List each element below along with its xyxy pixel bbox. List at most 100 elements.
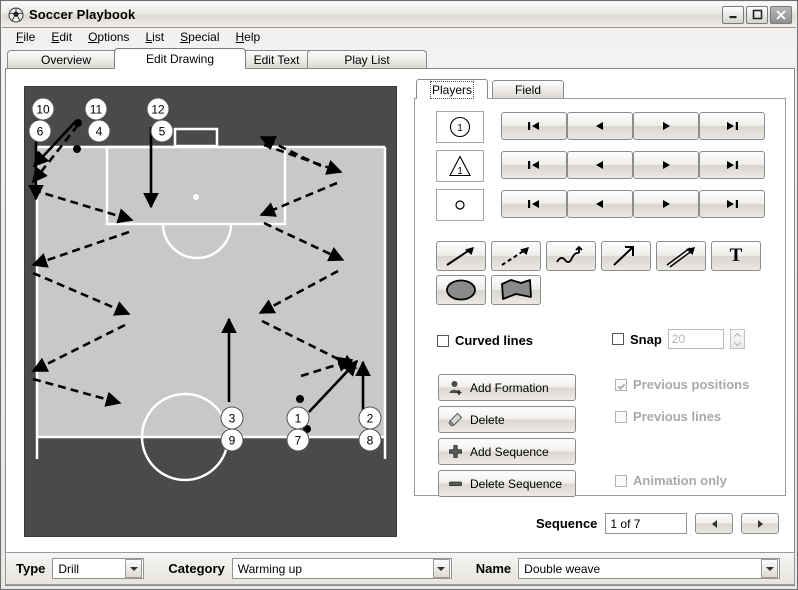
soccer-ball-icon [8,7,24,22]
add-formation-button[interactable]: Add Formation [438,374,576,401]
panel-tab-players-label: Players [429,80,475,99]
nav-player-next[interactable] [633,112,699,140]
corner-line-tool-icon [613,246,634,266]
add-person-icon [449,381,462,395]
svg-text:2: 2 [367,412,374,426]
minus-icon [449,481,462,486]
nav-ball-next[interactable] [633,190,699,218]
snap-spinner[interactable] [729,329,745,349]
nav-triangle-next[interactable] [633,151,699,179]
nav-ball-prev[interactable] [567,190,633,218]
name-dropdown-arrow[interactable] [761,559,779,578]
previous-positions-checkbox [615,378,627,391]
add-sequence-button[interactable]: Add Sequence [438,438,576,465]
snap-value-input[interactable]: 20 [667,329,724,349]
skip-start-icon [528,200,539,208]
category-dropdown-arrow[interactable] [432,559,450,578]
solid-arrow-tool-icon [446,247,474,266]
type-dropdown-arrow[interactable] [125,559,143,578]
previous-positions-row: Previous positions [615,377,749,392]
panel-tab-field[interactable]: Field [492,80,564,98]
svg-text:5: 5 [159,125,166,139]
ball-marker [296,395,304,403]
triangle-left-icon [596,161,603,169]
nav-ball-last[interactable] [699,190,765,218]
tool-solid-arrow[interactable] [436,241,486,271]
tool-dashed-arrow[interactable] [491,241,541,271]
add-sequence-label: Add Sequence [470,444,549,459]
svg-text:4: 4 [96,125,103,139]
svg-text:1: 1 [295,412,302,426]
object-player-triangle[interactable]: 1 [436,150,484,182]
animation-only-label: Animation only [633,473,727,488]
delete-sequence-label: Delete Sequence [470,476,563,491]
tool-corner-line[interactable] [601,241,651,271]
delete-sequence-button[interactable]: Delete Sequence [438,470,576,497]
previous-lines-checkbox [615,410,627,423]
properties-panel: Players Field 1 1 T Curved lines Snap 20… [414,79,786,499]
nav-triangle-prev[interactable] [567,151,633,179]
object-ball[interactable] [436,189,484,221]
minimize-button[interactable] [722,5,744,24]
window-title: Soccer Playbook [29,7,136,22]
chevron-up-icon [733,332,741,337]
category-value: Warming up [237,561,302,576]
snap-row[interactable]: Snap 20 [612,329,745,349]
snap-spin-up[interactable] [731,330,744,339]
triangle-right-icon [663,161,670,169]
menu-list[interactable]: List [137,29,172,45]
tool-polygon[interactable] [491,275,541,305]
menu-edit[interactable]: Edit [43,29,80,45]
tool-double-line-arrow[interactable] [656,241,706,271]
chevron-down-icon [765,566,774,571]
nav-triangle-last[interactable] [699,151,765,179]
tool-ellipse[interactable] [436,275,486,305]
sequence-next-button[interactable] [741,513,780,534]
category-combobox[interactable]: Warming up [231,558,452,579]
wavy-arrow-tool-icon [556,245,583,263]
tab-play-list[interactable]: Play List [307,50,427,68]
menu-special[interactable]: Special [172,29,227,45]
title-bar: Soccer Playbook [2,2,796,28]
type-combobox[interactable]: Drill [52,558,145,579]
menu-options[interactable]: Options [80,29,137,45]
name-combobox[interactable]: Double weave [518,558,781,579]
animation-only-checkbox [615,474,627,487]
bottom-bar: Type Drill Category Warming up Name Doub… [5,552,795,585]
panel-tab-players[interactable]: Players [416,79,488,99]
nav-ball-first[interactable] [501,190,567,218]
player-token-9: 9 [220,428,244,452]
nav-player-first[interactable] [501,112,567,140]
type-label: Type [16,561,46,576]
category-label: Category [168,561,225,576]
curved-lines-row[interactable]: Curved lines [437,333,533,348]
maximize-button[interactable] [746,5,768,24]
sequence-value-input[interactable]: 1 of 7 [605,513,688,534]
player-token-4: 4 [87,119,111,143]
nav-triangle-first[interactable] [501,151,567,179]
tab-edit-drawing[interactable]: Edit Drawing [114,48,246,69]
player-token-1: 1 [286,406,310,430]
svg-text:9: 9 [229,434,236,448]
curved-lines-checkbox[interactable] [437,334,449,347]
object-player-circle[interactable]: 1 [436,111,484,143]
add-formation-label: Add Formation [470,380,549,395]
menu-help[interactable]: Help [228,29,269,45]
window-controls [722,5,792,24]
tool-wavy-arrow[interactable] [546,241,596,271]
snap-spin-down[interactable] [731,339,744,348]
tool-text[interactable]: T [711,241,761,271]
nav-player-prev[interactable] [567,112,633,140]
sequence-prev-button[interactable] [695,513,734,534]
nav-player-last[interactable] [699,112,765,140]
delete-button[interactable]: Delete [438,406,576,433]
svg-text:1: 1 [457,123,463,134]
previous-lines-label: Previous lines [633,409,722,424]
player-token-2: 2 [358,406,382,430]
tab-overview[interactable]: Overview [7,50,125,68]
text-tool-glyph: T [729,245,743,266]
snap-checkbox[interactable] [612,333,624,345]
close-button[interactable] [770,5,792,24]
menu-file[interactable]: File [8,29,43,45]
field-canvas[interactable]: 10 6 11 4 12 5 3 9 1 7 2 8 [24,86,397,537]
